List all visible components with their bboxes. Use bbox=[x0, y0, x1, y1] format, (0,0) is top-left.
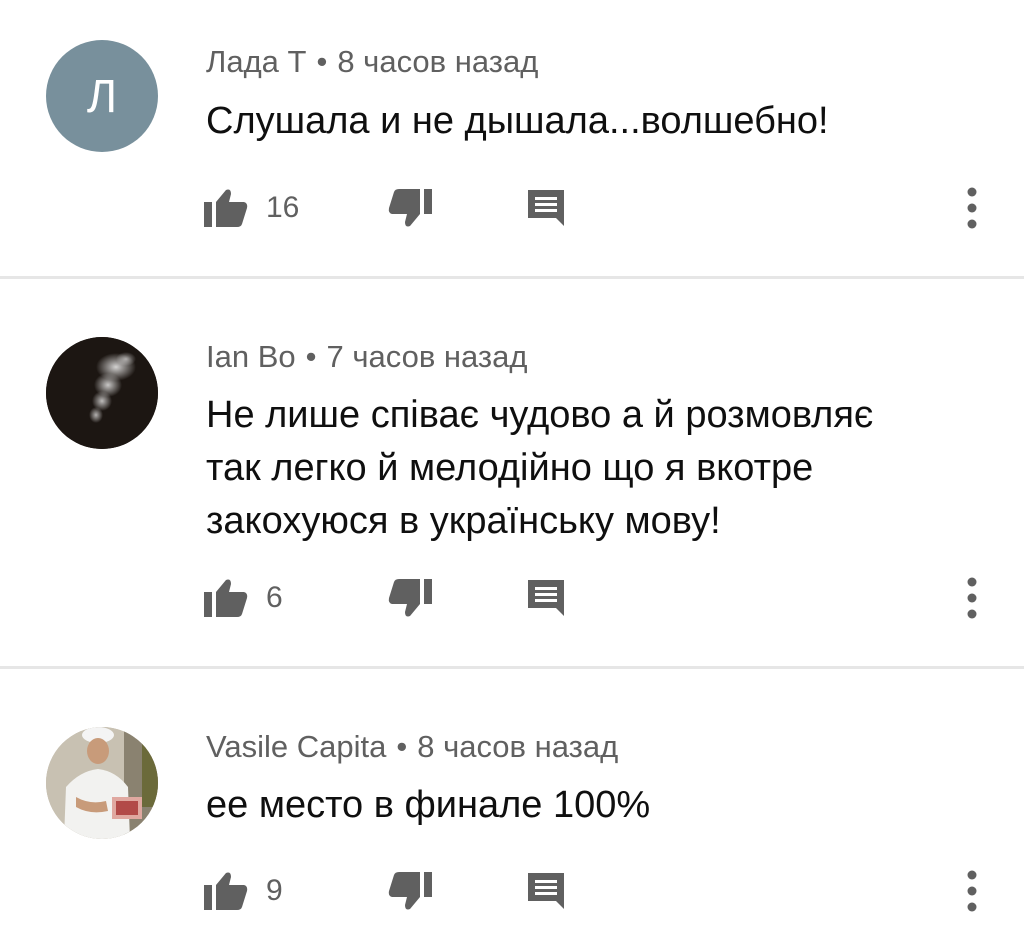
more-vert-icon bbox=[962, 869, 982, 913]
thumbs-up-icon bbox=[204, 188, 248, 228]
reply-comment-icon bbox=[526, 188, 566, 228]
comment-author[interactable]: Лада Т bbox=[206, 44, 306, 79]
comment-actions: 6 bbox=[0, 574, 1024, 622]
comment-text-line: Не лише співає чудово а й розмовляє bbox=[206, 394, 874, 436]
comment-author[interactable]: Vasile Capita bbox=[206, 729, 386, 764]
comment-actions: 16 bbox=[0, 184, 1024, 232]
comment-time[interactable]: 8 часов назад bbox=[337, 44, 538, 79]
comment-meta: Ian Bo • 7 часов назад bbox=[206, 339, 527, 375]
like-button[interactable]: 6 bbox=[204, 574, 283, 622]
comment-text-line: Слушала и не дышала...волшебно! bbox=[206, 100, 829, 142]
comment-meta: Лада Т • 8 часов назад bbox=[206, 44, 538, 80]
dislike-button[interactable] bbox=[388, 574, 432, 622]
thumbs-up-icon bbox=[204, 578, 248, 618]
avatar[interactable] bbox=[46, 727, 158, 839]
reply-button[interactable] bbox=[526, 184, 566, 232]
like-count: 9 bbox=[266, 874, 283, 907]
comment-text-line: так легко й мелодійно що я вкотре bbox=[206, 447, 814, 489]
meta-separator: • bbox=[305, 339, 317, 374]
reply-comment-icon bbox=[526, 578, 566, 618]
smoke-avatar-image bbox=[46, 337, 158, 449]
thumbs-down-icon bbox=[388, 871, 432, 911]
comment-author[interactable]: Ian Bo bbox=[206, 339, 296, 374]
comment-text-line: закохуюся в українську мову! bbox=[206, 500, 721, 542]
comment-time[interactable]: 8 часов назад bbox=[417, 729, 618, 764]
meta-separator: • bbox=[316, 44, 328, 79]
chef-avatar-image bbox=[46, 727, 158, 839]
like-count: 6 bbox=[266, 581, 283, 614]
reply-button[interactable] bbox=[526, 574, 566, 622]
more-options-button[interactable] bbox=[962, 574, 982, 622]
reply-comment-icon bbox=[526, 871, 566, 911]
comment-text-line: ее место в финале 100% bbox=[206, 784, 651, 826]
comment-time[interactable]: 7 часов назад bbox=[326, 339, 527, 374]
comment-item: Vasile Capita • 8 часов назад ее место в ф… bbox=[0, 669, 1024, 937]
comment-text: ее место в финале 100% bbox=[206, 779, 986, 832]
comment-item: Л Лада Т • 8 часов назад Слушала и не дыша… bbox=[0, 0, 1024, 277]
dislike-button[interactable] bbox=[388, 867, 432, 915]
like-count: 16 bbox=[266, 191, 300, 224]
comment-item: Ian Bo • 7 часов назад Не лише співає чудо… bbox=[0, 279, 1024, 667]
comment-meta: Vasile Capita • 8 часов назад bbox=[206, 729, 618, 765]
like-button[interactable]: 16 bbox=[204, 184, 299, 232]
avatar[interactable]: Л bbox=[46, 40, 158, 152]
comment-text: Не лише співає чудово а й розмовляє так … bbox=[206, 389, 986, 548]
reply-button[interactable] bbox=[526, 867, 566, 915]
more-options-button[interactable] bbox=[962, 867, 982, 915]
more-options-button[interactable] bbox=[962, 184, 982, 232]
more-vert-icon bbox=[962, 576, 982, 620]
comment-text: Слушала и не дышала...волшебно! bbox=[206, 95, 986, 148]
meta-separator: • bbox=[396, 729, 408, 764]
like-button[interactable]: 9 bbox=[204, 867, 283, 915]
dislike-button[interactable] bbox=[388, 184, 432, 232]
thumbs-down-icon bbox=[388, 188, 432, 228]
avatar[interactable] bbox=[46, 337, 158, 449]
more-vert-icon bbox=[962, 186, 982, 230]
avatar-letter: Л bbox=[86, 70, 118, 122]
comment-actions: 9 bbox=[0, 867, 1024, 915]
thumbs-up-icon bbox=[204, 871, 248, 911]
thumbs-down-icon bbox=[388, 578, 432, 618]
